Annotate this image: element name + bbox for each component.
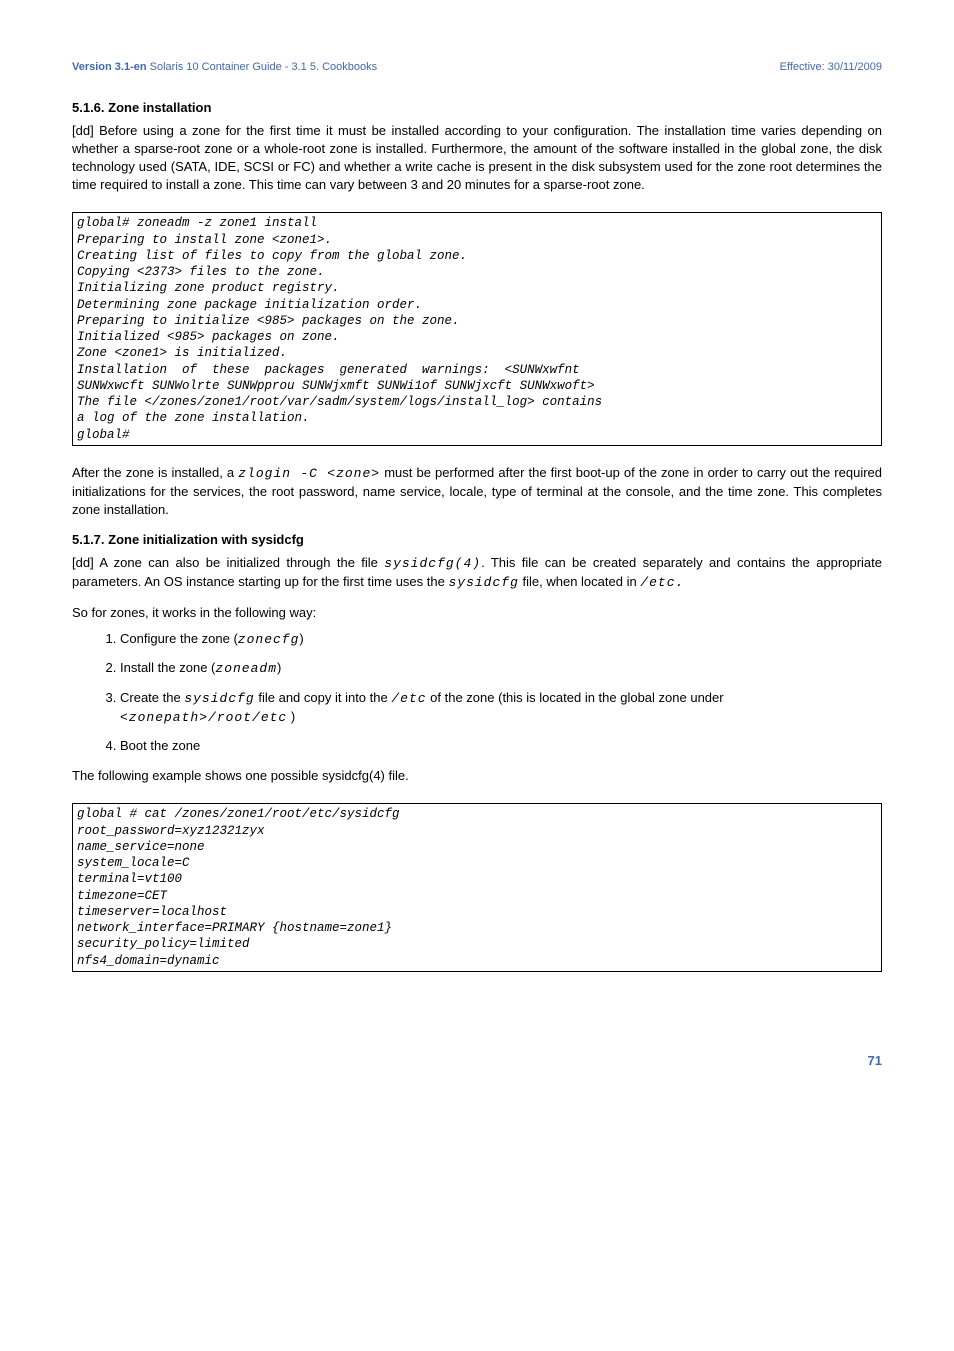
section-517-para1: [dd] A zone can also be initialized thro…: [72, 554, 882, 592]
p1c: file, when located in: [519, 574, 640, 589]
code-block-install: global# zoneadm -z zone1 install Prepari…: [72, 212, 882, 446]
list-item: Boot the zone: [120, 737, 882, 755]
section-517-para3: The following example shows one possible…: [72, 767, 882, 785]
page-number: 71: [72, 1052, 882, 1070]
li1a: Configure the zone (: [120, 631, 238, 646]
header-left: Version 3.1-en Solaris 10 Container Guid…: [72, 60, 377, 75]
list-item: Install the zone (zoneadm): [120, 659, 882, 678]
li2a: Install the zone (: [120, 660, 215, 675]
header-title: Solaris 10 Container Guide - 3.1 5. Cook…: [150, 61, 377, 73]
li2b: ): [277, 660, 281, 675]
sysidcfg-cmd: sysidcfg: [448, 575, 518, 590]
li3b: file and copy it into the: [255, 690, 392, 705]
after-text-1: After the zone is installed, a: [72, 465, 238, 480]
page-header: Version 3.1-en Solaris 10 Container Guid…: [72, 60, 882, 75]
section-517-heading: 5.1.7. Zone initialization with sysidcfg: [72, 531, 882, 549]
header-version: Version 3.1-en: [72, 61, 147, 73]
steps-list: Configure the zone (zonecfg) Install the…: [72, 630, 882, 755]
section-517-para2: So for zones, it works in the following …: [72, 604, 882, 622]
section-516-heading: 5.1.6. Zone installation: [72, 99, 882, 117]
etc-cmd2: /etc: [391, 691, 426, 706]
section-516-after: After the zone is installed, a zlogin -C…: [72, 464, 882, 520]
zonepath-cmd: <zonepath>/root/etc: [120, 710, 287, 725]
code-block-sysidcfg: global # cat /zones/zone1/root/etc/sysid…: [72, 803, 882, 972]
list-item: Create the sysidcfg file and copy it int…: [120, 689, 882, 727]
zlogin-cmd: zlogin -C <zone>: [238, 466, 380, 481]
li3a: Create the: [120, 690, 184, 705]
section-516-para: [dd] Before using a zone for the first t…: [72, 122, 882, 195]
li3d: ): [287, 709, 295, 724]
li3c: of the zone (this is located in the glob…: [427, 690, 724, 705]
sysidcfg4-cmd: sysidcfg(4): [384, 556, 481, 571]
zoneadm-cmd: zoneadm: [215, 661, 277, 676]
sysidcfg-cmd2: sysidcfg: [184, 691, 254, 706]
p1a: [dd] A zone can also be initialized thro…: [72, 555, 384, 570]
etc-cmd: /etc.: [640, 575, 684, 590]
header-effective: Effective: 30/11/2009: [780, 60, 882, 75]
list-item: Configure the zone (zonecfg): [120, 630, 882, 649]
li4: Boot the zone: [120, 738, 200, 753]
li1b: ): [299, 631, 303, 646]
zonecfg-cmd: zonecfg: [238, 632, 300, 647]
